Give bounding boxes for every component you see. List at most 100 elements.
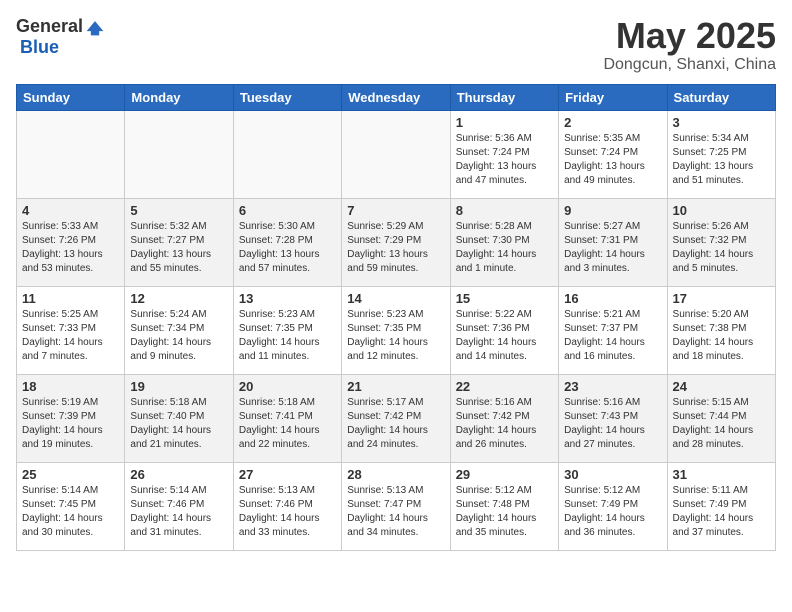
weekday-header-monday: Monday (125, 84, 233, 110)
day-info: Sunrise: 5:14 AM Sunset: 7:45 PM Dayligh… (22, 484, 119, 540)
day-info: Sunrise: 5:36 AM Sunset: 7:24 PM Dayligh… (456, 132, 553, 188)
day-number: 22 (456, 379, 553, 394)
day-info: Sunrise: 5:18 AM Sunset: 7:41 PM Dayligh… (239, 396, 336, 452)
calendar-cell: 5 Sunrise: 5:32 AM Sunset: 7:27 PM Daylig… (125, 198, 233, 286)
day-number: 17 (673, 291, 770, 306)
day-info: Sunrise: 5:20 AM Sunset: 7:38 PM Dayligh… (673, 308, 770, 364)
weekday-header-thursday: Thursday (450, 84, 558, 110)
day-number: 13 (239, 291, 336, 306)
title-block: May 2025 Dongcun, Shanxi, China (603, 16, 776, 74)
day-number: 28 (347, 467, 444, 482)
calendar-cell: 28 Sunrise: 5:13 AM Sunset: 7:47 PM Dayli… (342, 462, 450, 550)
weekday-header-sunday: Sunday (17, 84, 125, 110)
calendar-cell: 18 Sunrise: 5:19 AM Sunset: 7:39 PM Dayli… (17, 374, 125, 462)
day-info: Sunrise: 5:22 AM Sunset: 7:36 PM Dayligh… (456, 308, 553, 364)
calendar-cell: 10Sunrise: 5:26 AM Sunset: 7:32 PM Dayli… (667, 198, 775, 286)
day-info: Sunrise: 5:25 AM Sunset: 7:33 PM Dayligh… (22, 308, 119, 364)
day-number: 15 (456, 291, 553, 306)
header: General Blue May 2025 Dongcun, Shanxi, C… (16, 16, 776, 74)
day-info: Sunrise: 5:18 AM Sunset: 7:40 PM Dayligh… (130, 396, 227, 452)
weekday-header-friday: Friday (559, 84, 667, 110)
day-info: Sunrise: 5:16 AM Sunset: 7:42 PM Dayligh… (456, 396, 553, 452)
day-number: 12 (130, 291, 227, 306)
day-number: 7 (347, 203, 444, 218)
day-info: Sunrise: 5:34 AM Sunset: 7:25 PM Dayligh… (673, 132, 770, 188)
day-number: 24 (673, 379, 770, 394)
day-number: 9 (564, 203, 661, 218)
day-info: Sunrise: 5:12 AM Sunset: 7:48 PM Dayligh… (456, 484, 553, 540)
day-number: 26 (130, 467, 227, 482)
calendar-cell: 6 Sunrise: 5:30 AM Sunset: 7:28 PM Daylig… (233, 198, 341, 286)
logo-icon (85, 17, 105, 37)
day-info: Sunrise: 5:16 AM Sunset: 7:43 PM Dayligh… (564, 396, 661, 452)
day-number: 27 (239, 467, 336, 482)
day-info: Sunrise: 5:32 AM Sunset: 7:27 PM Dayligh… (130, 220, 227, 276)
calendar-cell: 8 Sunrise: 5:28 AM Sunset: 7:30 PM Daylig… (450, 198, 558, 286)
page-container: General Blue May 2025 Dongcun, Shanxi, C… (0, 0, 792, 567)
day-number: 6 (239, 203, 336, 218)
day-info: Sunrise: 5:28 AM Sunset: 7:30 PM Dayligh… (456, 220, 553, 276)
calendar-cell: 15 Sunrise: 5:22 AM Sunset: 7:36 PM Dayli… (450, 286, 558, 374)
day-info: Sunrise: 5:23 AM Sunset: 7:35 PM Dayligh… (347, 308, 444, 364)
calendar-cell: 22 Sunrise: 5:16 AM Sunset: 7:42 PM Dayli… (450, 374, 558, 462)
day-info: Sunrise: 5:29 AM Sunset: 7:29 PM Dayligh… (347, 220, 444, 276)
day-number: 18 (22, 379, 119, 394)
day-info: Sunrise: 5:26 AM Sunset: 7:32 PM Dayligh… (673, 220, 770, 276)
day-info: Sunrise: 5:33 AM Sunset: 7:26 PM Dayligh… (22, 220, 119, 276)
day-info: Sunrise: 5:27 AM Sunset: 7:31 PM Dayligh… (564, 220, 661, 276)
calendar: SundayMondayTuesdayWednesdayThursdayFrid… (16, 84, 776, 551)
day-number: 29 (456, 467, 553, 482)
calendar-cell: 14Sunrise: 5:23 AM Sunset: 7:35 PM Dayli… (342, 286, 450, 374)
day-number: 4 (22, 203, 119, 218)
calendar-cell: 19 Sunrise: 5:18 AM Sunset: 7:40 PM Dayli… (125, 374, 233, 462)
logo-blue: Blue (20, 37, 59, 58)
calendar-cell: 24 Sunrise: 5:15 AM Sunset: 7:44 PM Dayli… (667, 374, 775, 462)
day-number: 20 (239, 379, 336, 394)
day-info: Sunrise: 5:19 AM Sunset: 7:39 PM Dayligh… (22, 396, 119, 452)
day-number: 30 (564, 467, 661, 482)
month-title: May 2025 (603, 16, 776, 56)
day-info: Sunrise: 5:35 AM Sunset: 7:24 PM Dayligh… (564, 132, 661, 188)
calendar-cell: 17 Sunrise: 5:20 AM Sunset: 7:38 PM Dayli… (667, 286, 775, 374)
weekday-header-saturday: Saturday (667, 84, 775, 110)
calendar-cell: 21Sunrise: 5:17 AM Sunset: 7:42 PM Dayli… (342, 374, 450, 462)
calendar-cell: 2Sunrise: 5:35 AM Sunset: 7:24 PM Daylig… (559, 110, 667, 198)
calendar-cell: 9 Sunrise: 5:27 AM Sunset: 7:31 PM Daylig… (559, 198, 667, 286)
calendar-cell: 31 Sunrise: 5:11 AM Sunset: 7:49 PM Dayli… (667, 462, 775, 550)
day-info: Sunrise: 5:21 AM Sunset: 7:37 PM Dayligh… (564, 308, 661, 364)
day-number: 1 (456, 115, 553, 130)
calendar-cell: 11 Sunrise: 5:25 AM Sunset: 7:33 PM Dayli… (17, 286, 125, 374)
calendar-cell: 3 Sunrise: 5:34 AM Sunset: 7:25 PM Daylig… (667, 110, 775, 198)
calendar-cell: 1 Sunrise: 5:36 AM Sunset: 7:24 PM Daylig… (450, 110, 558, 198)
calendar-cell: 23 Sunrise: 5:16 AM Sunset: 7:43 PM Dayli… (559, 374, 667, 462)
location-title: Dongcun, Shanxi, China (603, 56, 776, 74)
day-number: 8 (456, 203, 553, 218)
day-number: 3 (673, 115, 770, 130)
day-number: 5 (130, 203, 227, 218)
day-info: Sunrise: 5:13 AM Sunset: 7:47 PM Dayligh… (347, 484, 444, 540)
calendar-cell: 26 Sunrise: 5:14 AM Sunset: 7:46 PM Dayli… (125, 462, 233, 550)
calendar-cell (233, 110, 341, 198)
calendar-cell (17, 110, 125, 198)
day-info: Sunrise: 5:24 AM Sunset: 7:34 PM Dayligh… (130, 308, 227, 364)
day-number: 23 (564, 379, 661, 394)
day-info: Sunrise: 5:14 AM Sunset: 7:46 PM Dayligh… (130, 484, 227, 540)
day-number: 31 (673, 467, 770, 482)
day-info: Sunrise: 5:11 AM Sunset: 7:49 PM Dayligh… (673, 484, 770, 540)
calendar-cell: 20 Sunrise: 5:18 AM Sunset: 7:41 PM Dayli… (233, 374, 341, 462)
calendar-week-row: 25Sunrise: 5:14 AM Sunset: 7:45 PM Dayli… (17, 462, 776, 550)
logo-general: General (16, 16, 83, 37)
logo: General Blue (16, 16, 105, 58)
calendar-cell: 29 Sunrise: 5:12 AM Sunset: 7:48 PM Dayli… (450, 462, 558, 550)
weekday-header-tuesday: Tuesday (233, 84, 341, 110)
day-info: Sunrise: 5:30 AM Sunset: 7:28 PM Dayligh… (239, 220, 336, 276)
day-number: 21 (347, 379, 444, 394)
calendar-cell (342, 110, 450, 198)
calendar-cell: 30Sunrise: 5:12 AM Sunset: 7:49 PM Dayli… (559, 462, 667, 550)
calendar-cell (125, 110, 233, 198)
day-info: Sunrise: 5:13 AM Sunset: 7:46 PM Dayligh… (239, 484, 336, 540)
day-number: 19 (130, 379, 227, 394)
day-info: Sunrise: 5:15 AM Sunset: 7:44 PM Dayligh… (673, 396, 770, 452)
calendar-cell: 16Sunrise: 5:21 AM Sunset: 7:37 PM Dayli… (559, 286, 667, 374)
day-number: 11 (22, 291, 119, 306)
